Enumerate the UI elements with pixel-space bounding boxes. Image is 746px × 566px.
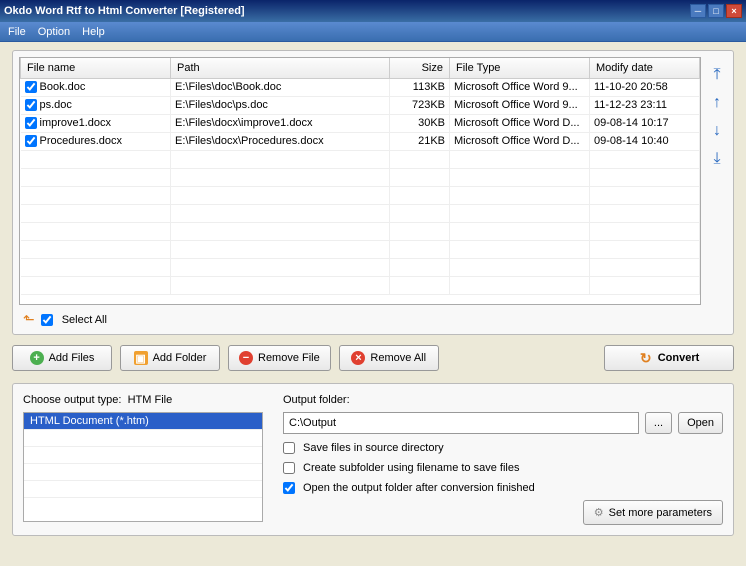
col-filename[interactable]: File name <box>21 58 171 78</box>
save-source-label: Save files in source directory <box>303 442 444 454</box>
output-panel: Choose output type: HTM File HTML Docume… <box>12 383 734 536</box>
browse-button[interactable]: ... <box>645 412 672 434</box>
table-row[interactable]: Procedures.docx E:\Files\docx\Procedures… <box>21 132 700 150</box>
convert-button[interactable]: ↻Convert <box>604 345 734 371</box>
open-button[interactable]: Open <box>678 412 723 434</box>
create-subfolder-checkbox[interactable] <box>283 462 295 474</box>
col-size[interactable]: Size <box>390 58 450 78</box>
convert-icon: ↻ <box>639 351 653 365</box>
window-controls: ─ □ × <box>690 4 742 18</box>
menu-help[interactable]: Help <box>82 26 105 38</box>
close-button[interactable]: × <box>726 4 742 18</box>
row-checkbox[interactable] <box>25 99 37 111</box>
plus-icon: + <box>30 351 44 365</box>
save-source-checkbox[interactable] <box>283 442 295 454</box>
menubar: File Option Help <box>0 22 746 42</box>
file-table[interactable]: File name Path Size File Type Modify dat… <box>19 57 701 305</box>
reorder-buttons: ⤒ ↑ ↓ ⤓ <box>707 57 727 305</box>
minimize-button[interactable]: ─ <box>690 4 706 18</box>
open-after-label: Open the output folder after conversion … <box>303 482 535 494</box>
col-modifydate[interactable]: Modify date <box>590 58 700 78</box>
file-list-panel: File name Path Size File Type Modify dat… <box>12 50 734 335</box>
set-parameters-button[interactable]: ⚙Set more parameters <box>583 500 723 525</box>
folder-icon: ▣ <box>134 351 148 365</box>
up-level-icon[interactable]: ⬑ <box>23 311 35 328</box>
window-title: Okdo Word Rtf to Html Converter [Registe… <box>4 5 690 17</box>
menu-file[interactable]: File <box>8 26 26 38</box>
select-all-checkbox[interactable] <box>41 314 53 326</box>
table-row[interactable]: Book.doc E:\Files\doc\Book.doc 113KB Mic… <box>21 78 700 96</box>
maximize-button[interactable]: □ <box>708 4 724 18</box>
titlebar: Okdo Word Rtf to Html Converter [Registe… <box>0 0 746 22</box>
move-up-icon[interactable]: ↑ <box>713 95 721 111</box>
gear-icon: ⚙ <box>594 506 604 519</box>
create-subfolder-label: Create subfolder using filename to save … <box>303 462 519 474</box>
table-row[interactable]: improve1.docx E:\Files\docx\improve1.doc… <box>21 114 700 132</box>
col-path[interactable]: Path <box>171 58 390 78</box>
select-all-label: Select All <box>62 314 107 326</box>
row-checkbox[interactable] <box>25 117 37 129</box>
add-files-button[interactable]: +Add Files <box>12 345 112 371</box>
row-checkbox[interactable] <box>25 135 37 147</box>
open-after-checkbox[interactable] <box>283 482 295 494</box>
remove-file-button[interactable]: −Remove File <box>228 345 331 371</box>
output-folder-label: Output folder: <box>283 394 350 406</box>
list-item[interactable]: HTML Document (*.htm) <box>24 413 262 430</box>
col-filetype[interactable]: File Type <box>450 58 590 78</box>
table-row[interactable]: ps.doc E:\Files\doc\ps.doc 723KB Microso… <box>21 96 700 114</box>
minus-icon: − <box>239 351 253 365</box>
x-icon: × <box>351 351 365 365</box>
menu-option[interactable]: Option <box>38 26 70 38</box>
move-bottom-icon[interactable]: ⤓ <box>713 151 720 167</box>
add-folder-button[interactable]: ▣Add Folder <box>120 345 220 371</box>
move-down-icon[interactable]: ↓ <box>713 123 721 139</box>
choose-output-label: Choose output type: HTM File <box>23 394 172 406</box>
output-type-list[interactable]: HTML Document (*.htm) <box>23 412 263 522</box>
row-checkbox[interactable] <box>25 81 37 93</box>
move-top-icon[interactable]: ⤒ <box>713 67 720 83</box>
remove-all-button[interactable]: ×Remove All <box>339 345 439 371</box>
output-folder-input[interactable] <box>283 412 639 434</box>
